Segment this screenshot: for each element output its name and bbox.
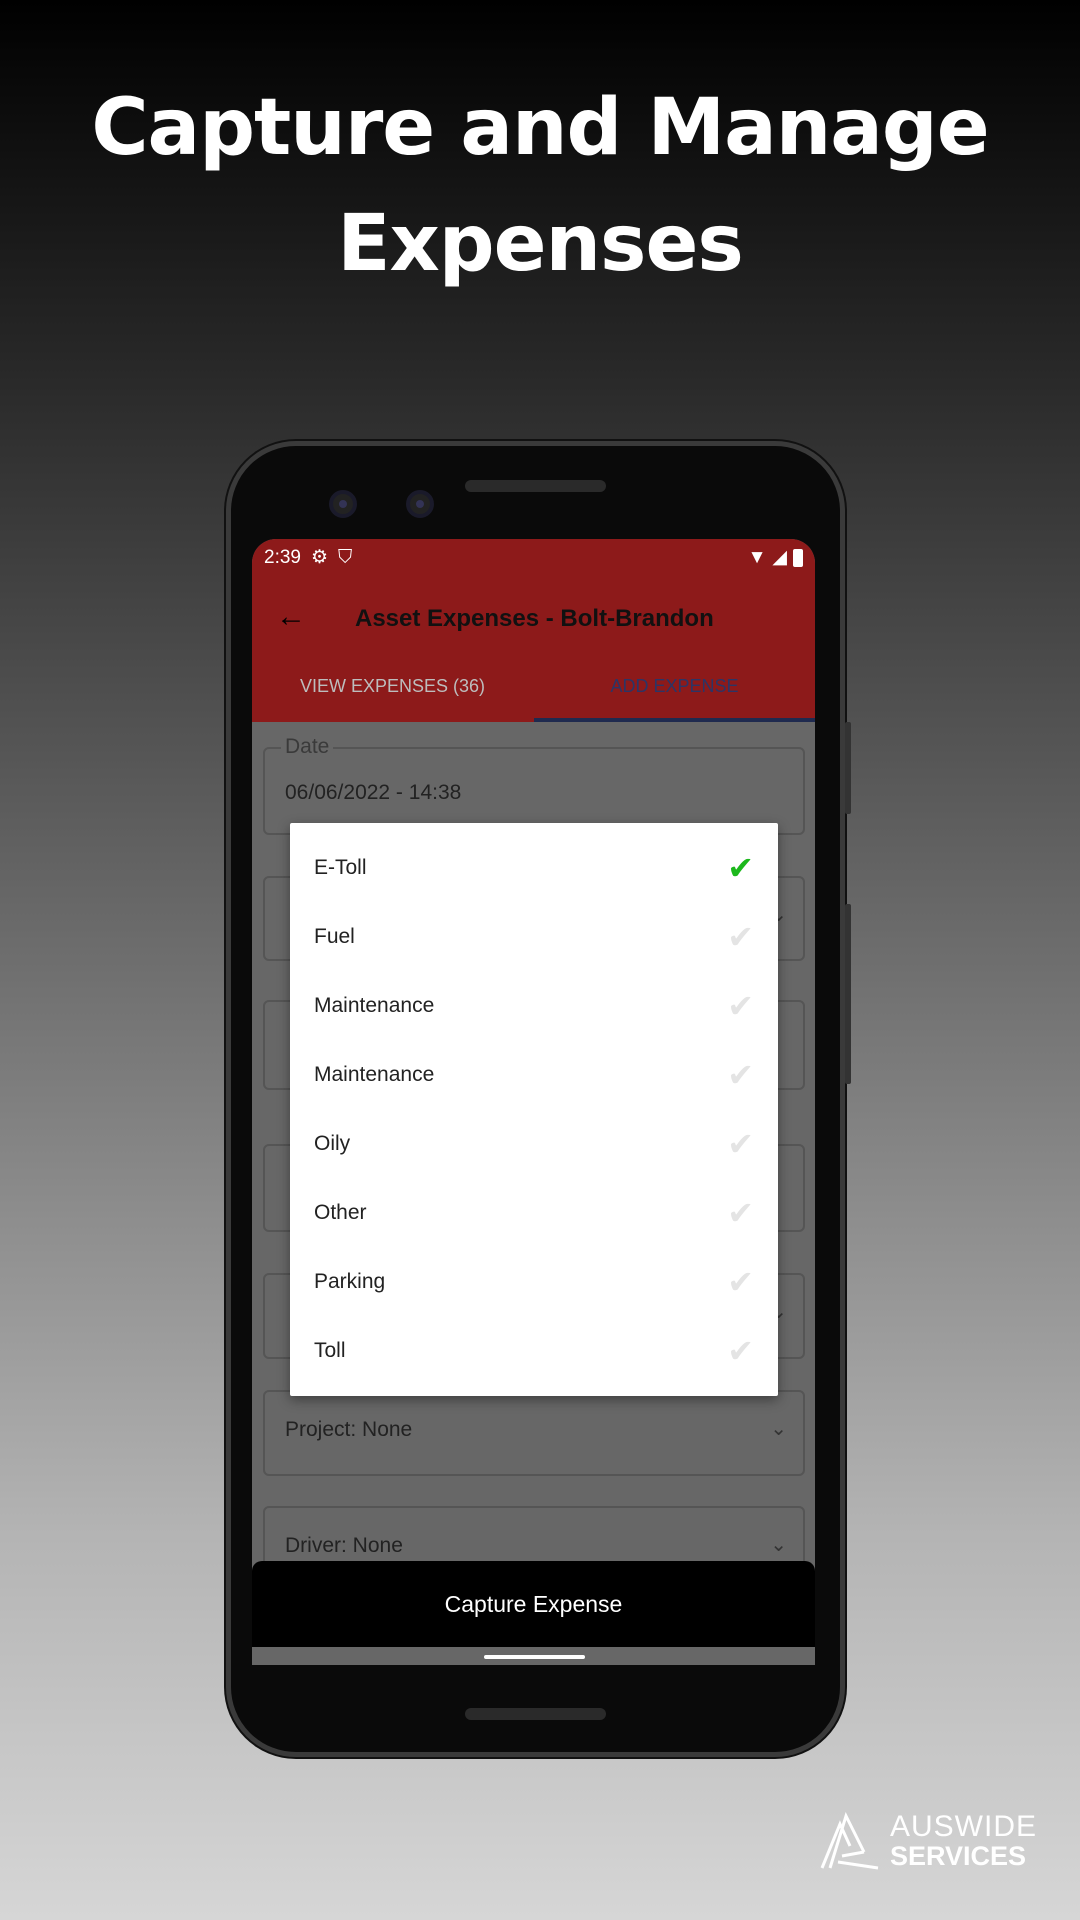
app-bar: ← Asset Expenses - Bolt-Brandon VIEW EXP… <box>252 576 815 722</box>
signal-icon: ◢ <box>772 547 787 568</box>
chevron-down-icon: ⌄ <box>770 1534 787 1556</box>
page-title: Asset Expenses - Bolt-Brandon <box>355 605 714 632</box>
option-label: Parking <box>314 1269 386 1293</box>
check-icon: ✔ <box>727 1332 754 1369</box>
option-oily[interactable]: Oily ✔ <box>290 1109 778 1178</box>
logo-line1: AUSWIDE <box>890 1810 1038 1843</box>
option-maintenance-2[interactable]: Maintenance ✔ <box>290 1040 778 1109</box>
project-select[interactable]: Project: None ⌄ <box>263 1390 805 1476</box>
option-label: E-Toll <box>314 855 367 879</box>
arrow-left-icon[interactable]: ← <box>276 600 306 634</box>
date-label: Date <box>281 735 334 759</box>
active-tab-indicator <box>534 718 815 722</box>
check-icon: ✔ <box>727 918 754 955</box>
chevron-down-icon: ⌄ <box>770 1418 787 1440</box>
phone-side-button <box>845 904 851 1084</box>
headline: Capture and Manage Expenses <box>0 70 1080 302</box>
front-camera-icon <box>329 490 357 518</box>
option-label: Fuel <box>314 924 355 948</box>
home-indicator[interactable] <box>484 1655 585 1659</box>
capture-expense-button[interactable]: Capture Expense <box>252 1561 815 1647</box>
check-icon: ✔ <box>727 1194 754 1231</box>
option-label: Other <box>314 1200 367 1224</box>
option-label: Toll <box>314 1338 346 1362</box>
option-maintenance[interactable]: Maintenance ✔ <box>290 971 778 1040</box>
check-icon: ✔ <box>727 987 754 1024</box>
tab-view-expenses[interactable]: VIEW EXPENSES (36) <box>252 676 533 697</box>
option-toll[interactable]: Toll ✔ <box>290 1316 778 1385</box>
date-value: 06/06/2022 - 14:38 <box>285 781 462 804</box>
expense-type-dialog: E-Toll ✔ Fuel ✔ Maintenance ✔ Maintenance ✔ … <box>290 823 778 1396</box>
option-label: Maintenance <box>314 1062 435 1086</box>
check-icon: ✔ <box>727 1125 754 1162</box>
battery-icon <box>793 548 803 567</box>
front-sensor-icon <box>406 490 434 518</box>
option-other[interactable]: Other ✔ <box>290 1178 778 1247</box>
headline-line1: Capture and Manage <box>91 83 989 173</box>
option-fuel[interactable]: Fuel ✔ <box>290 902 778 971</box>
check-icon: ✔ <box>727 849 754 886</box>
earpiece-speaker <box>465 480 606 492</box>
option-e-toll[interactable]: E-Toll ✔ <box>290 833 778 902</box>
gear-icon: ⚙ <box>310 547 329 568</box>
shield-play-icon: ⛉ <box>338 546 353 568</box>
check-icon: ✔ <box>727 1263 754 1300</box>
project-value: Project: None <box>285 1418 413 1441</box>
headline-line2: Expenses <box>337 199 744 289</box>
wifi-icon: ▼ <box>747 546 767 568</box>
bottom-speaker <box>465 1708 606 1720</box>
auswide-logo: AUSWIDE SERVICES <box>820 1812 1037 1870</box>
check-icon: ✔ <box>727 1056 754 1093</box>
status-time: 2:39 <box>264 546 301 568</box>
option-parking[interactable]: Parking ✔ <box>290 1247 778 1316</box>
option-label: Oily <box>314 1131 351 1155</box>
phone-volume-button <box>845 722 851 814</box>
status-bar: 2:39 ⚙ ⛉ ▼ ◢ <box>252 539 815 576</box>
logo-mark-icon <box>820 1812 879 1870</box>
logo-line2: SERVICES <box>890 1841 1027 1871</box>
date-field[interactable]: Date 06/06/2022 - 14:38 <box>263 735 805 835</box>
driver-value: Driver: None <box>285 1534 403 1557</box>
tab-add-expense[interactable]: ADD EXPENSE <box>534 676 815 697</box>
option-label: Maintenance <box>314 993 435 1017</box>
